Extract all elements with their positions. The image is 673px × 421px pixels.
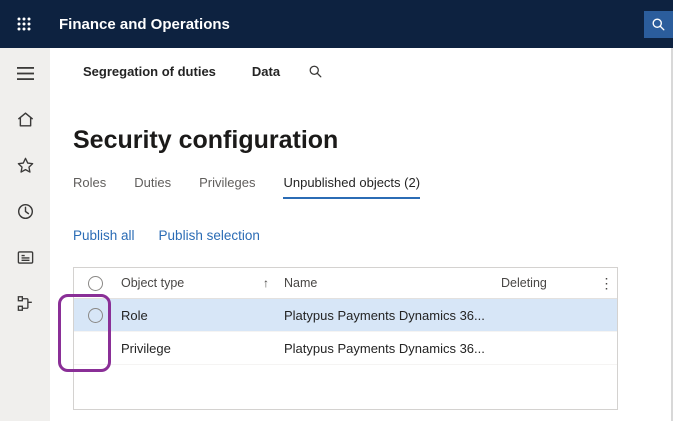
main-area: Segregation of duties Data Security conf… (50, 48, 673, 421)
column-label-name: Name (284, 276, 317, 290)
tab-bar: Roles Duties Privileges Unpublished obje… (73, 175, 671, 199)
sidebar-item-modules[interactable] (15, 293, 35, 313)
publish-all-link[interactable]: Publish all (73, 228, 135, 243)
grid-header-more-cell: ⋮ (596, 276, 617, 290)
hamburger-menu-icon (17, 67, 34, 80)
sidebar-item-home[interactable] (15, 109, 35, 129)
app-window: Finance and Operations (0, 0, 673, 421)
tab-duties[interactable]: Duties (134, 175, 171, 199)
news-icon (16, 248, 35, 267)
column-label-object-type: Object type (121, 276, 184, 290)
sidebar-item-news[interactable] (15, 247, 35, 267)
action-bar: Publish all Publish selection (73, 228, 671, 243)
tab-privileges[interactable]: Privileges (199, 175, 255, 199)
nav-item-segregation-of-duties[interactable]: Segregation of duties (83, 64, 216, 79)
row-check-cell (74, 308, 116, 323)
search-icon (308, 64, 323, 79)
cell-name: Platypus Payments Dynamics 36... (281, 341, 501, 356)
hamburger-menu-button[interactable] (15, 63, 35, 83)
table-row[interactable]: Role Platypus Payments Dynamics 36... (74, 299, 617, 332)
top-app-bar: Finance and Operations (0, 0, 673, 48)
nav-item-data[interactable]: Data (252, 64, 280, 79)
sitemap-icon (16, 294, 35, 313)
grid-options-button[interactable]: ⋮ (600, 276, 614, 290)
grid-header-row: Object type ↑ Name Deleting ⋮ (74, 268, 617, 299)
waffle-icon (17, 17, 31, 31)
home-icon (16, 110, 35, 129)
row-checkbox[interactable] (88, 308, 103, 323)
cell-name: Platypus Payments Dynamics 36... (281, 308, 501, 323)
sort-ascending-icon: ↑ (263, 276, 269, 290)
tab-roles[interactable]: Roles (73, 175, 106, 199)
sidebar-item-favorites[interactable] (15, 155, 35, 175)
cell-object-type: Role (116, 308, 281, 323)
star-icon (16, 156, 35, 175)
module-nav-bar: Segregation of duties Data (50, 48, 671, 94)
search-icon (651, 17, 666, 32)
column-label-deleting: Deleting (501, 276, 547, 290)
app-launcher-button[interactable] (17, 17, 31, 31)
sidebar-item-recent[interactable] (15, 201, 35, 221)
nav-search-button[interactable] (308, 64, 323, 79)
table-row[interactable]: Privilege Platypus Payments Dynamics 36.… (74, 332, 617, 365)
column-header-object-type[interactable]: Object type ↑ (116, 276, 281, 290)
app-title[interactable]: Finance and Operations (59, 16, 230, 33)
clock-icon (16, 202, 35, 221)
grid-header-check-cell (74, 276, 116, 291)
unpublished-objects-grid: Object type ↑ Name Deleting ⋮ (73, 267, 618, 410)
cell-object-type: Privilege (116, 341, 281, 356)
page-content: Security configuration Roles Duties Priv… (50, 126, 671, 410)
page-body: Segregation of duties Data Security conf… (0, 48, 673, 421)
topbar-search-button[interactable] (644, 11, 673, 38)
tab-unpublished-objects[interactable]: Unpublished objects (2) (283, 175, 420, 199)
select-all-checkbox[interactable] (88, 276, 103, 291)
page-title: Security configuration (73, 126, 671, 155)
column-header-deleting[interactable]: Deleting (501, 276, 596, 290)
nav-sidebar (0, 48, 50, 421)
publish-selection-link[interactable]: Publish selection (159, 228, 260, 243)
column-header-name[interactable]: Name (281, 276, 501, 290)
